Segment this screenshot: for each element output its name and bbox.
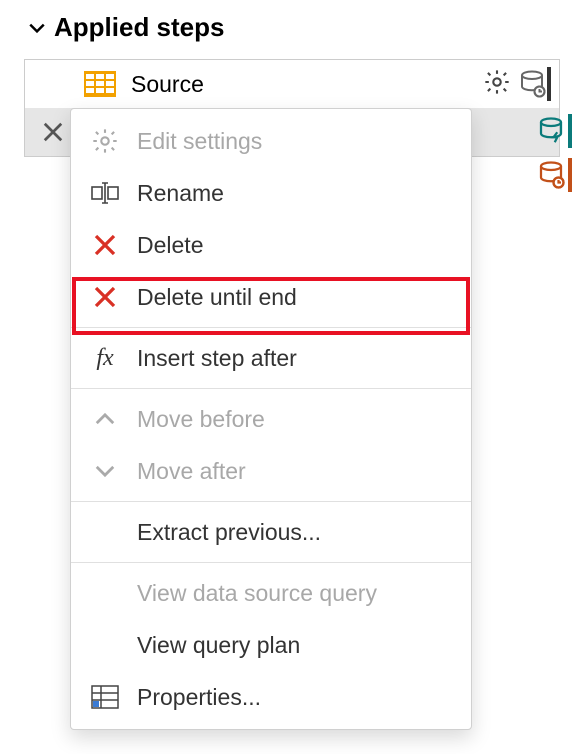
chevron-down-icon <box>28 19 46 37</box>
menu-item-label: Delete until end <box>137 284 453 311</box>
menu-separator <box>71 562 471 563</box>
step-label: Source <box>127 71 473 98</box>
database-clock-icon <box>536 158 572 192</box>
menu-item-label: Edit settings <box>137 128 453 155</box>
database-icon <box>517 67 551 101</box>
menu-rename[interactable]: Rename <box>71 167 471 219</box>
table-icon <box>89 681 121 713</box>
chevron-down-icon <box>89 455 121 487</box>
table-icon <box>83 70 117 98</box>
menu-insert-step-after[interactable]: fx Insert step after <box>71 332 471 384</box>
fx-icon: fx <box>89 342 121 374</box>
menu-view-query-plan[interactable]: View query plan <box>71 619 471 671</box>
menu-item-label: Extract previous... <box>137 519 453 546</box>
chevron-up-icon <box>89 403 121 435</box>
blank-icon <box>89 516 121 548</box>
gear-icon[interactable] <box>483 68 511 101</box>
menu-view-data-source-query: View data source query <box>71 567 471 619</box>
context-menu: Edit settings Rename Delete Delete until… <box>70 108 472 730</box>
database-lightning-icon <box>536 114 572 148</box>
menu-separator <box>71 501 471 502</box>
menu-item-label: View query plan <box>137 632 453 659</box>
menu-item-label: Insert step after <box>137 345 453 372</box>
section-title: Applied steps <box>54 12 224 43</box>
blank-icon <box>89 577 121 609</box>
menu-edit-settings: Edit settings <box>71 115 471 167</box>
x-red-icon <box>89 229 121 261</box>
menu-item-label: Rename <box>137 180 453 207</box>
x-red-icon <box>89 281 121 313</box>
menu-item-label: View data source query <box>137 580 453 607</box>
menu-delete-until-end[interactable]: Delete until end <box>71 271 471 323</box>
menu-item-label: Delete <box>137 232 453 259</box>
applied-steps-header[interactable]: Applied steps <box>0 0 580 55</box>
menu-delete[interactable]: Delete <box>71 219 471 271</box>
menu-separator <box>71 388 471 389</box>
menu-move-before: Move before <box>71 393 471 445</box>
menu-separator <box>71 327 471 328</box>
menu-item-label: Properties... <box>137 684 453 711</box>
menu-item-label: Move before <box>137 406 453 433</box>
menu-move-after: Move after <box>71 445 471 497</box>
menu-item-label: Move after <box>137 458 453 485</box>
menu-extract-previous[interactable]: Extract previous... <box>71 506 471 558</box>
rename-icon <box>89 177 121 209</box>
menu-properties[interactable]: Properties... <box>71 671 471 723</box>
blank-icon <box>89 629 121 661</box>
gear-icon <box>89 125 121 157</box>
delete-step-icon[interactable] <box>33 108 73 156</box>
step-row-source[interactable]: Source <box>25 60 559 108</box>
